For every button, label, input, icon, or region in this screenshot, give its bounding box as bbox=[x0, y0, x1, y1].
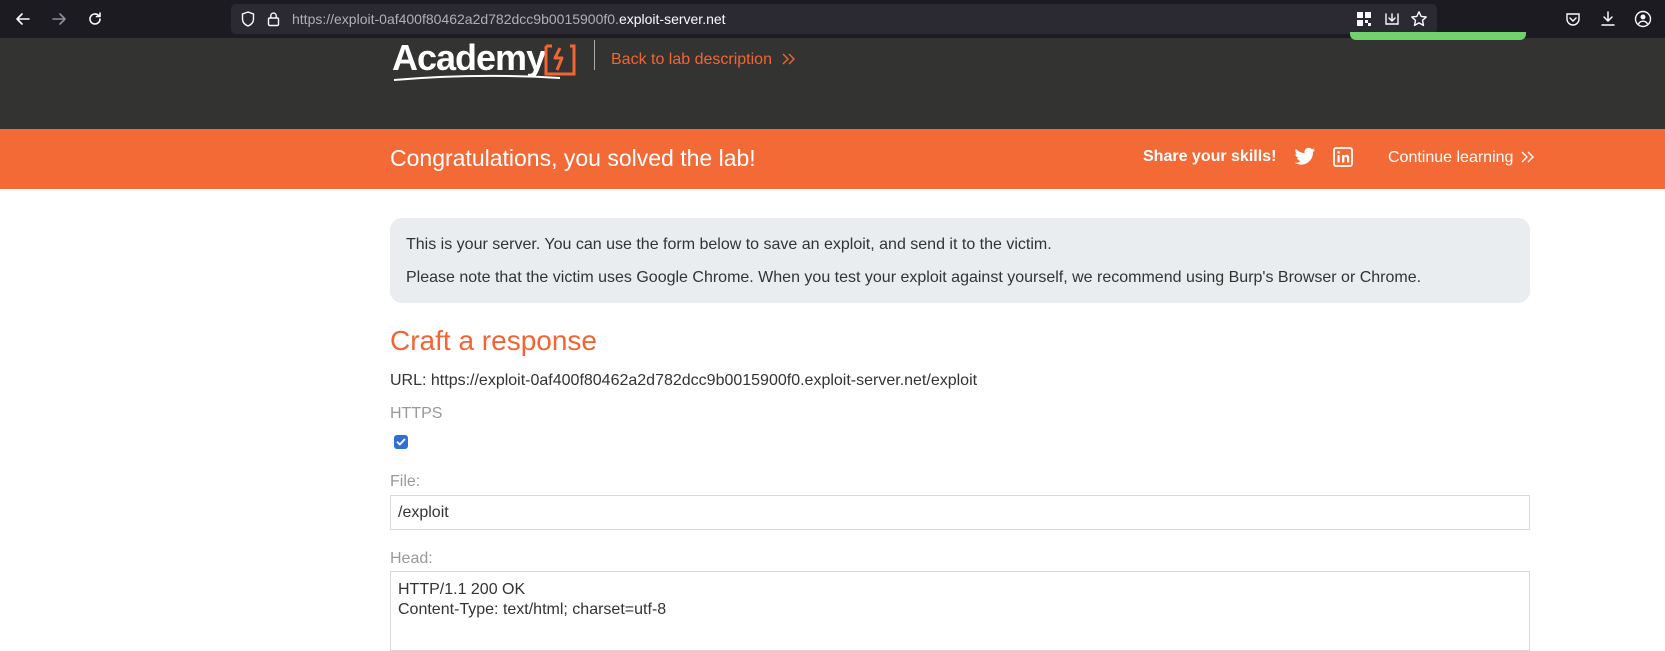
url-domain: exploit-server.net bbox=[618, 11, 726, 27]
congratulations-message: Congratulations, you solved the lab! bbox=[390, 145, 756, 171]
lab-status-indicator bbox=[1350, 32, 1526, 40]
https-label: HTTPS bbox=[390, 405, 443, 422]
twitter-icon[interactable] bbox=[1294, 147, 1316, 169]
lock-icon[interactable] bbox=[264, 10, 282, 28]
double-chevron-right-icon bbox=[782, 53, 796, 65]
craft-response-heading: Craft a response bbox=[390, 325, 597, 356]
file-input-value: /exploit bbox=[398, 504, 449, 521]
file-label: File: bbox=[390, 473, 421, 490]
reload-icon[interactable] bbox=[83, 7, 107, 31]
continue-learning-link[interactable]: Continue learning bbox=[1388, 149, 1534, 167]
back-to-lab-description-link[interactable]: Back to lab description bbox=[611, 51, 796, 69]
qr-code-icon[interactable] bbox=[1355, 10, 1373, 28]
head-status-line: HTTP/1.1 200 OK bbox=[398, 581, 526, 598]
account-icon[interactable] bbox=[1631, 7, 1655, 31]
pocket-icon[interactable] bbox=[1561, 7, 1585, 31]
forward-arrow-icon[interactable] bbox=[47, 7, 71, 31]
share-skills-label: Share your skills! bbox=[1143, 148, 1277, 165]
save-to-pocket-icon[interactable] bbox=[1383, 10, 1401, 28]
checkmark-icon bbox=[396, 438, 406, 446]
bookmark-star-icon[interactable] bbox=[1410, 10, 1428, 28]
url-prefix: https://exploit-0af400f80462a2d782dcc9b0… bbox=[292, 11, 619, 27]
exploit-url: URL: https://exploit-0af400f80462a2d782d… bbox=[390, 372, 978, 389]
logo-swoosh bbox=[393, 74, 561, 81]
downloads-icon[interactable] bbox=[1596, 7, 1620, 31]
url-text[interactable]: https://exploit-0af400f80462a2d782dcc9b0… bbox=[292, 11, 726, 27]
logo-text: Academy bbox=[392, 37, 546, 78]
double-chevron-right-icon bbox=[1521, 151, 1534, 163]
head-textarea[interactable]: HTTP/1.1 200 OK Content-Type: text/html;… bbox=[390, 571, 1530, 651]
info-line-browser-note: Please note that the victim uses Google … bbox=[406, 269, 1422, 286]
linkedin-icon[interactable] bbox=[1333, 147, 1355, 169]
back-link-label: Back to lab description bbox=[611, 51, 772, 68]
head-content-type-line: Content-Type: text/html; charset=utf-8 bbox=[398, 601, 667, 618]
shield-icon[interactable] bbox=[239, 10, 257, 28]
server-info-box: This is your server. You can use the for… bbox=[390, 218, 1530, 303]
continue-learning-label: Continue learning bbox=[1388, 149, 1514, 166]
lab-solved-banner: Congratulations, you solved the lab! Sha… bbox=[0, 129, 1665, 189]
header-divider bbox=[594, 40, 595, 70]
back-arrow-icon[interactable] bbox=[11, 7, 35, 31]
address-bar[interactable]: https://exploit-0af400f80462a2d782dcc9b0… bbox=[231, 4, 1437, 34]
academy-header: Academy Back to lab description bbox=[0, 32, 1665, 129]
info-line-server: This is your server. You can use the for… bbox=[406, 236, 1052, 253]
head-label: Head: bbox=[390, 550, 433, 567]
https-checkbox[interactable] bbox=[394, 435, 408, 449]
logo-bolt-icon bbox=[544, 44, 576, 76]
file-input[interactable]: /exploit bbox=[390, 495, 1530, 530]
